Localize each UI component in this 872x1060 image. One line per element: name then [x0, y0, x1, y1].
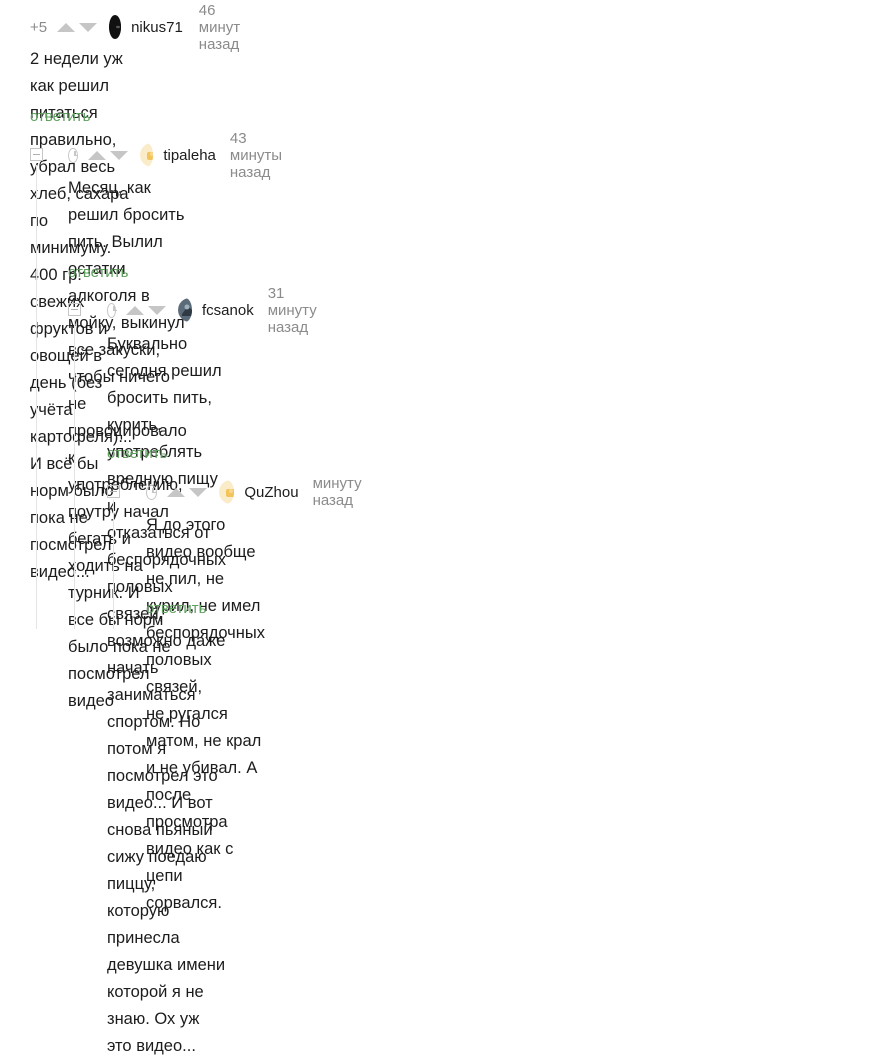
comment-meta: +5 nikus71 46 минут назад — [30, 2, 252, 53]
comment-meta: tipaleha 43 минуты назад — [68, 130, 298, 181]
clock-icon — [146, 484, 157, 500]
comment-time[interactable]: 31 минуту назад — [268, 285, 333, 336]
reply-link[interactable]: ответить — [146, 600, 206, 617]
comment-meta: fcsanok 31 минуту назад — [107, 285, 333, 336]
vote-down-icon[interactable] — [109, 150, 128, 160]
username[interactable]: nikus71 — [131, 19, 183, 36]
avatar[interactable] — [218, 480, 235, 504]
comment-time[interactable]: минуту назад — [313, 475, 375, 509]
comment-rating: +5 — [30, 18, 48, 36]
comment-time[interactable]: 43 минуты назад — [230, 130, 298, 181]
username[interactable]: QuZhou — [244, 484, 298, 501]
vote-up-icon[interactable] — [126, 305, 145, 315]
thread-line[interactable] — [36, 165, 37, 629]
collapse-icon[interactable] — [68, 303, 81, 316]
reply-link[interactable]: ответить — [107, 445, 167, 462]
comment-time[interactable]: 46 минут назад — [199, 2, 252, 53]
comment-text: Я до этого видео вообще не пил, не курил… — [146, 516, 265, 912]
clock-icon — [107, 302, 118, 318]
reply-link[interactable]: ответить — [30, 108, 90, 125]
vote-down-icon[interactable] — [79, 22, 98, 32]
avatar[interactable] — [178, 298, 192, 322]
thread-line[interactable] — [113, 500, 114, 629]
username[interactable]: fcsanok — [202, 302, 254, 319]
clock-icon — [68, 147, 78, 163]
reply-link[interactable]: ответить — [68, 264, 128, 281]
comment-meta: QuZhou минуту назад — [146, 475, 374, 509]
collapse-icon[interactable] — [30, 148, 43, 161]
vote-up-icon[interactable] — [87, 150, 106, 160]
thread-line[interactable] — [74, 320, 75, 629]
vote-up-icon[interactable] — [57, 22, 76, 32]
vote-down-icon[interactable] — [148, 305, 167, 315]
vote-up-icon[interactable] — [166, 487, 185, 497]
vote-down-icon[interactable] — [188, 487, 207, 497]
avatar[interactable] — [139, 143, 154, 167]
avatar[interactable] — [109, 15, 122, 39]
username[interactable]: tipaleha — [163, 147, 216, 164]
collapse-icon[interactable] — [107, 485, 120, 498]
